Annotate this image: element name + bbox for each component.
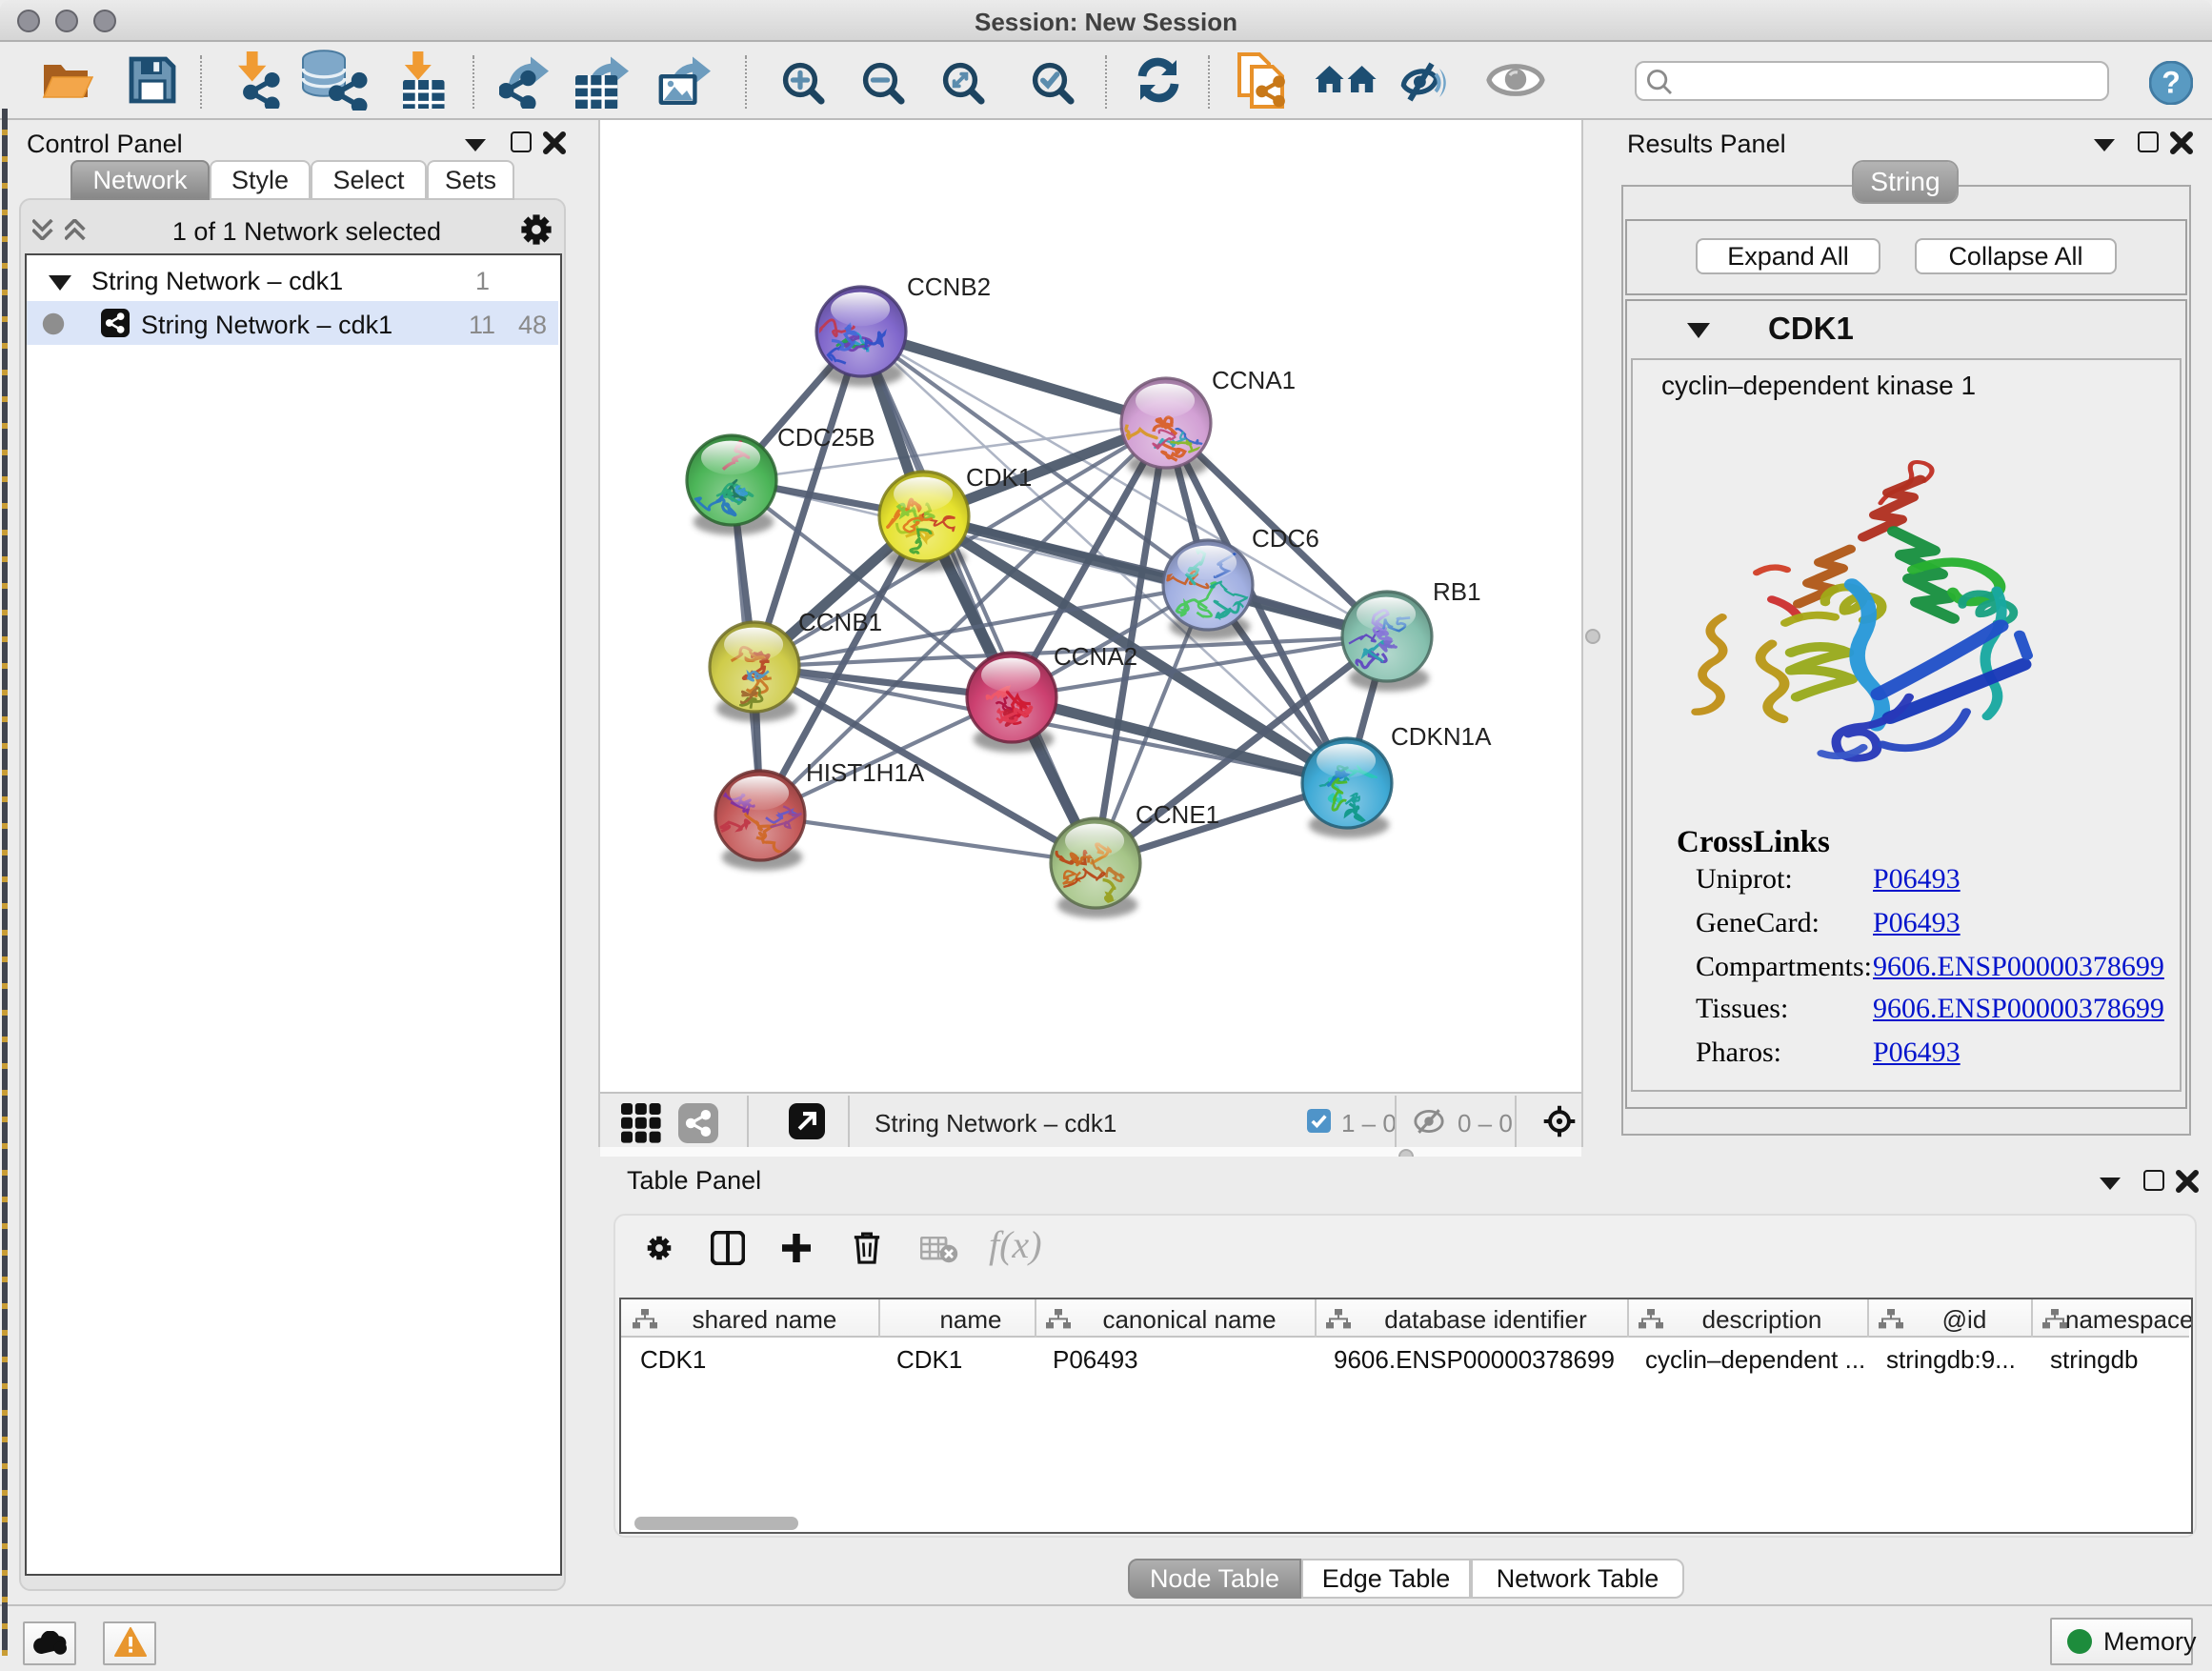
svg-text:CCNB1: CCNB1 [798, 608, 882, 636]
svg-text:CCNE1: CCNE1 [1136, 800, 1219, 829]
svg-text:CDC6: CDC6 [1252, 524, 1319, 553]
svg-text:CDK1: CDK1 [966, 463, 1032, 492]
svg-text:CCNB2: CCNB2 [907, 272, 991, 301]
svg-text:CCNA1: CCNA1 [1212, 366, 1296, 394]
svg-text:HIST1H1A: HIST1H1A [806, 758, 925, 787]
svg-text:CCNA2: CCNA2 [1054, 642, 1137, 671]
svg-text:CDKN1A: CDKN1A [1391, 722, 1492, 751]
svg-text:CDC25B: CDC25B [777, 423, 875, 452]
svg-text:?: ? [2162, 66, 2181, 100]
svg-text:RB1: RB1 [1433, 577, 1481, 606]
